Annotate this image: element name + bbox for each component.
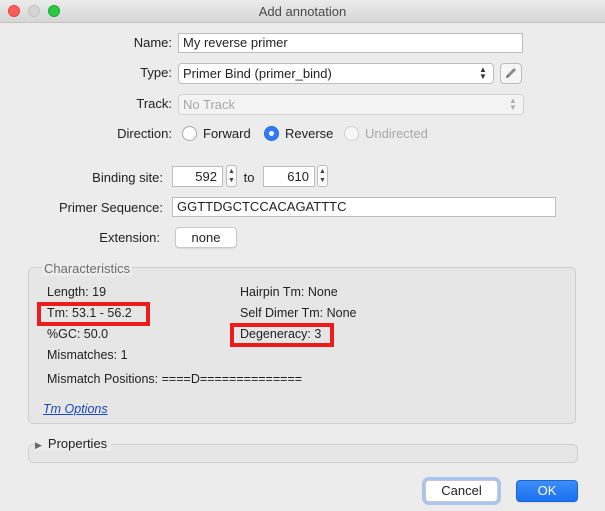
name-field[interactable]: My reverse primer bbox=[178, 33, 523, 53]
chevron-up-down-icon: ▲ ▼ bbox=[509, 96, 517, 112]
radio-reverse[interactable] bbox=[264, 126, 279, 141]
disclosure-triangle-icon: ▶ bbox=[35, 440, 42, 450]
characteristics-title: Characteristics bbox=[42, 261, 132, 276]
primer-sequence-label: Primer Sequence: bbox=[58, 200, 163, 215]
type-select[interactable]: Primer Bind (primer_bind) ▲ ▼ bbox=[178, 63, 494, 84]
radio-reverse-label[interactable]: Reverse bbox=[285, 126, 333, 141]
title-bar: Add annotation bbox=[0, 0, 605, 23]
self-dimer-tm-stat: Self Dimer Tm: None bbox=[240, 306, 357, 320]
track-label: Track: bbox=[136, 96, 172, 111]
cancel-button[interactable]: Cancel bbox=[425, 480, 498, 502]
binding-site-label: Binding site: bbox=[92, 170, 163, 185]
window-title: Add annotation bbox=[258, 4, 347, 19]
binding-from-field[interactable]: 592 bbox=[172, 166, 223, 187]
add-annotation-dialog: Add annotation Name: My reverse primer T… bbox=[0, 0, 605, 511]
radio-forward-label[interactable]: Forward bbox=[203, 126, 251, 141]
type-label: Type: bbox=[140, 65, 172, 80]
chevron-up-down-icon: ▲ ▼ bbox=[479, 65, 487, 81]
binding-to-label: to bbox=[243, 170, 255, 185]
edit-type-button[interactable] bbox=[500, 63, 522, 84]
degeneracy-stat: Degeneracy: 3 bbox=[240, 327, 322, 341]
binding-to-stepper[interactable]: ▲ ▼ bbox=[317, 165, 328, 187]
tm-options-link[interactable]: Tm Options bbox=[43, 402, 108, 416]
extension-label: Extension: bbox=[99, 230, 160, 245]
track-select: No Track ▲ ▼ bbox=[178, 94, 524, 115]
track-select-value: No Track bbox=[183, 97, 236, 112]
tm-stat: Tm: 53.1 - 56.2 bbox=[47, 306, 132, 320]
binding-from-stepper[interactable]: ▲ ▼ bbox=[226, 165, 237, 187]
radio-forward[interactable] bbox=[182, 126, 197, 141]
mismatch-positions-stat: Mismatch Positions: ====D============== bbox=[47, 372, 303, 386]
gc-stat: %GC: 50.0 bbox=[47, 327, 109, 341]
binding-to-field[interactable]: 610 bbox=[263, 166, 315, 187]
radio-undirected bbox=[344, 126, 359, 141]
length-stat: Length: 19 bbox=[47, 285, 107, 299]
type-select-value: Primer Bind (primer_bind) bbox=[183, 66, 332, 81]
hairpin-tm-stat: Hairpin Tm: None bbox=[240, 285, 338, 299]
properties-title: Properties bbox=[47, 436, 108, 451]
primer-sequence-field[interactable]: GGTTDGCTCCACAGATTTC bbox=[172, 197, 556, 217]
ok-button[interactable]: OK bbox=[516, 480, 578, 502]
extension-button[interactable]: none bbox=[175, 227, 237, 248]
radio-undirected-label: Undirected bbox=[365, 126, 428, 141]
pencil-icon bbox=[506, 68, 516, 78]
properties-disclosure[interactable]: ▶ Properties bbox=[35, 436, 112, 451]
mismatches-stat: Mismatches: 1 bbox=[47, 348, 128, 362]
direction-label: Direction: bbox=[117, 126, 172, 141]
name-label: Name: bbox=[133, 35, 172, 50]
